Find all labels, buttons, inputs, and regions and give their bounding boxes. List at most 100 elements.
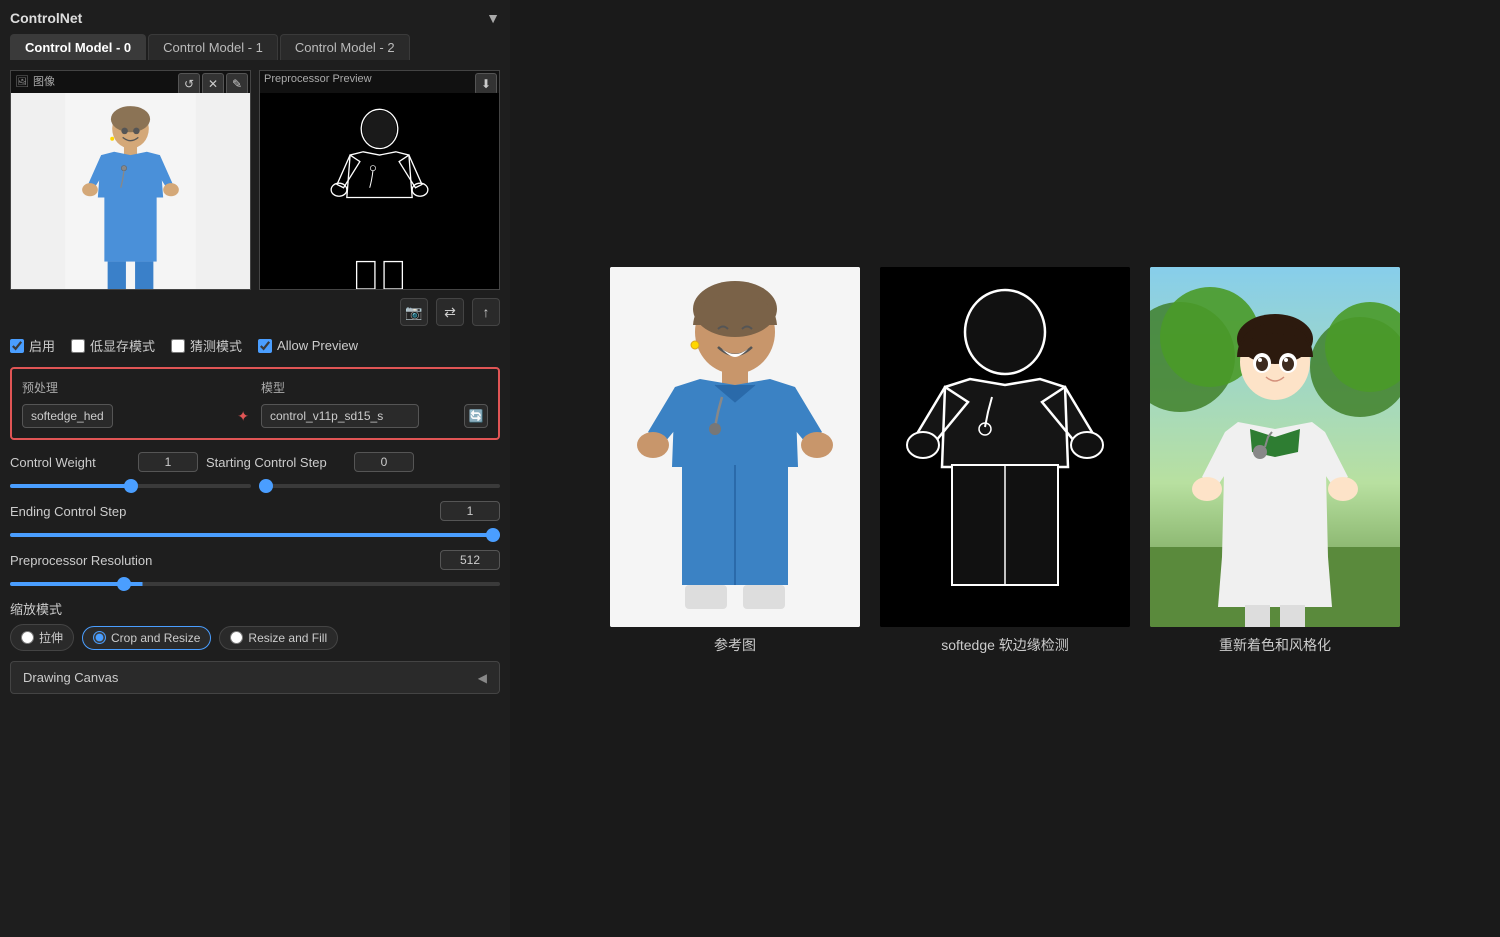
- refresh-image-button[interactable]: ↺: [178, 73, 200, 95]
- scale-crop-resize-option[interactable]: Crop and Resize: [82, 626, 211, 650]
- guess-mode-checkbox-item[interactable]: 猜测模式: [171, 336, 242, 355]
- left-panel: ControlNet ▼ Control Model - 0 Control M…: [0, 0, 510, 937]
- preprocessor-select-row: softedge_hed canny depth ✦: [22, 404, 249, 428]
- panel-collapse-icon[interactable]: ▼: [486, 10, 500, 26]
- preprocessor-res-row: Preprocessor Resolution: [10, 550, 500, 570]
- preprocessor-res-slider-row: [10, 574, 500, 589]
- preprocessor-preview-box: Preprocessor Preview ⬇: [259, 70, 500, 290]
- starting-step-input[interactable]: [354, 452, 414, 472]
- preprocessor-res-input[interactable]: [440, 550, 500, 570]
- result-image-edge: [880, 267, 1130, 627]
- swap-action-button[interactable]: ⇄: [436, 298, 464, 326]
- low-memory-label: 低显存模式: [90, 336, 155, 355]
- ending-step-input[interactable]: [440, 501, 500, 521]
- result-label-ref: 参考图: [714, 635, 756, 655]
- camera-action-button[interactable]: 📷: [400, 298, 428, 326]
- result-col-ref: 参考图: [610, 267, 860, 655]
- nurse-photo-display: [11, 93, 250, 289]
- double-slider-row: [10, 476, 500, 491]
- edge-svg: [260, 93, 499, 289]
- low-memory-checkbox[interactable]: [71, 339, 85, 353]
- options-checkboxes: 启用 低显存模式 猜测模式 Allow Preview: [10, 336, 500, 355]
- edge-result-svg: [880, 267, 1130, 627]
- star-icon: ✦: [237, 408, 249, 425]
- control-weight-slider-col: [10, 476, 251, 491]
- tab-control-model-1[interactable]: Control Model - 1: [148, 34, 278, 60]
- starting-step-label: Starting Control Step: [206, 455, 346, 470]
- result-image-anime: [1150, 267, 1400, 627]
- weight-step-labels: Control Weight Starting Control Step: [10, 452, 500, 472]
- ending-step-label: Ending Control Step: [10, 504, 130, 519]
- result-image-ref: [610, 267, 860, 627]
- action-buttons-row: 📷 ⇄ ↑: [10, 298, 500, 326]
- tab-control-model-0[interactable]: Control Model - 0: [10, 34, 146, 60]
- preprocessor-col: 预处理 softedge_hed canny depth ✦: [22, 379, 249, 428]
- nurse-real-display: [610, 267, 860, 627]
- drawing-canvas-arrow: ◀: [478, 671, 487, 685]
- ending-step-slider-row: [10, 525, 500, 540]
- guess-mode-checkbox[interactable]: [171, 339, 185, 353]
- preprocessor-res-slider[interactable]: [10, 582, 500, 586]
- preprocessor-select[interactable]: softedge_hed canny depth: [22, 404, 113, 428]
- preprocessor-select-wrapper: softedge_hed canny depth: [22, 404, 233, 428]
- control-weight-input[interactable]: [138, 452, 198, 472]
- control-weight-slider[interactable]: [10, 484, 251, 488]
- panel-title: ControlNet: [10, 10, 82, 26]
- scale-resize-fill-option[interactable]: Resize and Fill: [219, 626, 338, 650]
- anime-nurse-display: [1150, 267, 1400, 627]
- allow-preview-checkbox-item[interactable]: Allow Preview: [258, 338, 358, 353]
- anime-nurse-svg: [1150, 267, 1400, 627]
- scale-stretch-label: 拉伸: [39, 629, 63, 646]
- scale-stretch-radio[interactable]: [21, 631, 34, 644]
- image-icon: 🖼: [15, 75, 29, 88]
- edge-photo-display: [260, 93, 499, 289]
- nurse-svg: [11, 93, 250, 289]
- enable-checkbox-item[interactable]: 启用: [10, 336, 55, 355]
- control-weight-label: Control Weight: [10, 455, 130, 470]
- upload-action-button[interactable]: ↑: [472, 298, 500, 326]
- drawing-canvas-label: Drawing Canvas: [23, 670, 118, 685]
- scale-stretch-option[interactable]: 拉伸: [10, 624, 74, 651]
- model-section-label: 模型: [261, 379, 488, 396]
- preprocessor-preview-label: Preprocessor Preview: [264, 73, 372, 85]
- input-image-label: 🖼 图像: [15, 73, 55, 89]
- enable-checkbox[interactable]: [10, 339, 24, 353]
- scaling-section: 缩放模式 拉伸 Crop and Resize Resize and Fill: [10, 599, 500, 651]
- result-col-edge: softedge 软边缘检测: [880, 267, 1130, 655]
- allow-preview-checkbox[interactable]: [258, 339, 272, 353]
- download-preview-button[interactable]: ⬇: [475, 73, 497, 95]
- scale-crop-resize-radio[interactable]: [93, 631, 106, 644]
- result-images: 参考图: [610, 267, 1400, 655]
- model-select-wrapper: control_v11p_sd15_s control_v11p_sd15_ca…: [261, 404, 460, 428]
- model-tabs: Control Model - 0 Control Model - 1 Cont…: [10, 34, 500, 60]
- close-image-button[interactable]: ✕: [202, 73, 224, 95]
- ending-step-slider[interactable]: [10, 533, 500, 537]
- starting-step-slider[interactable]: [259, 484, 500, 488]
- low-memory-checkbox-item[interactable]: 低显存模式: [71, 336, 155, 355]
- starting-step-slider-col: [259, 476, 500, 491]
- drawing-canvas-row[interactable]: Drawing Canvas ◀: [10, 661, 500, 694]
- result-label-anime: 重新着色和风格化: [1219, 635, 1331, 655]
- model-refresh-button[interactable]: 🔄: [464, 404, 488, 428]
- model-col: 模型 control_v11p_sd15_s control_v11p_sd15…: [261, 379, 488, 428]
- images-row: 🖼 图像 ↺ ✕ ✎: [10, 70, 500, 290]
- preprocessor-model-cols: 预处理 softedge_hed canny depth ✦ 模型: [22, 379, 488, 428]
- input-image-box: 🖼 图像 ↺ ✕ ✎: [10, 70, 251, 290]
- scale-resize-fill-radio[interactable]: [230, 631, 243, 644]
- scaling-label: 缩放模式: [10, 599, 500, 618]
- nurse-real-svg: [610, 267, 860, 627]
- model-select-row: control_v11p_sd15_s control_v11p_sd15_ca…: [261, 404, 488, 428]
- preprocessor-model-section: 预处理 softedge_hed canny depth ✦ 模型: [10, 367, 500, 440]
- enable-label: 启用: [29, 336, 55, 355]
- preprocessor-section-label: 预处理: [22, 379, 249, 396]
- allow-preview-label: Allow Preview: [277, 338, 358, 353]
- scale-resize-fill-label: Resize and Fill: [248, 631, 327, 645]
- tab-control-model-2[interactable]: Control Model - 2: [280, 34, 410, 60]
- scaling-options: 拉伸 Crop and Resize Resize and Fill: [10, 624, 500, 651]
- brush-image-button[interactable]: ✎: [226, 73, 248, 95]
- preprocessor-res-label: Preprocessor Resolution: [10, 553, 152, 568]
- result-label-edge: softedge 软边缘检测: [941, 635, 1069, 655]
- result-col-anime: 重新着色和风格化: [1150, 267, 1400, 655]
- model-select[interactable]: control_v11p_sd15_s control_v11p_sd15_ca…: [261, 404, 419, 428]
- right-panel: 参考图: [510, 0, 1500, 937]
